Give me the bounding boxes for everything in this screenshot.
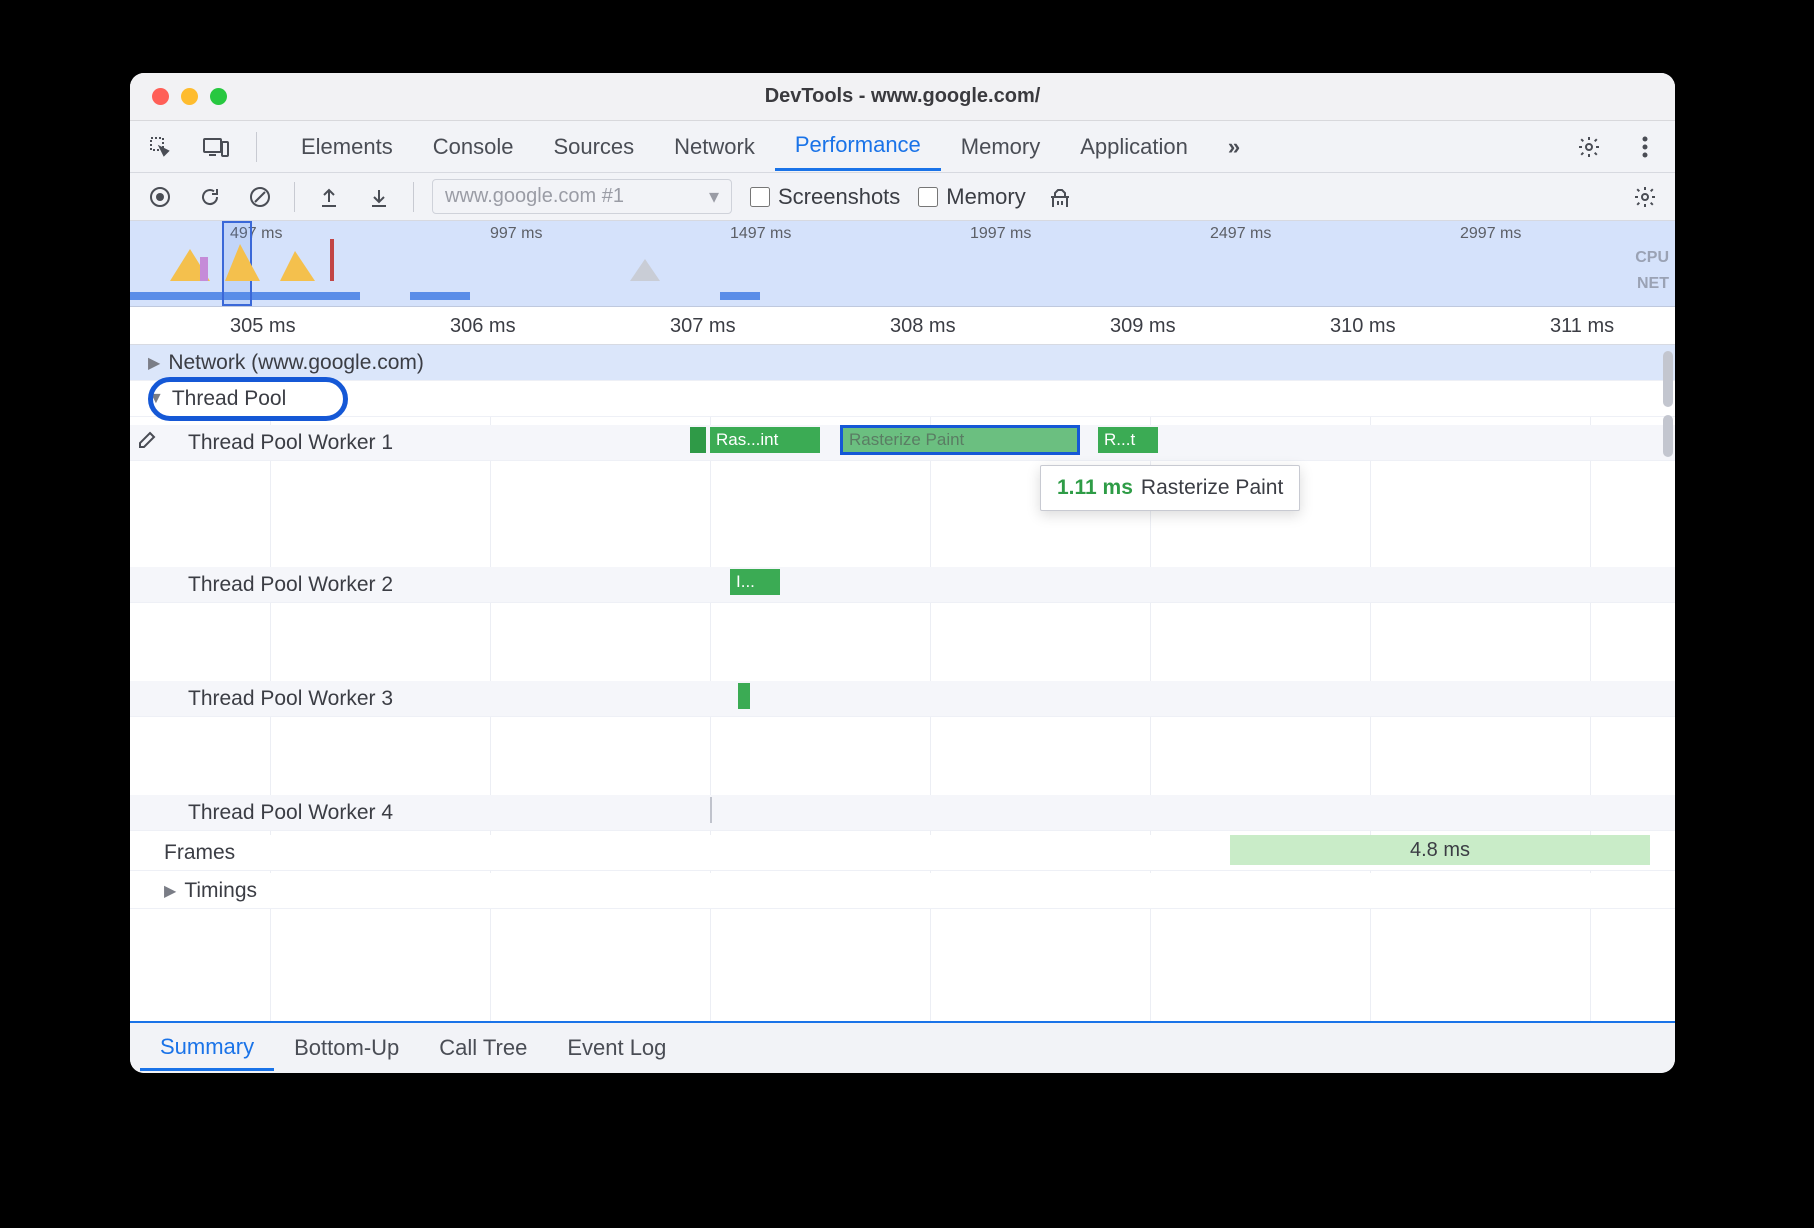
chevron-down-icon: ▾: [709, 184, 719, 209]
tab-event-log[interactable]: Event Log: [547, 1027, 686, 1069]
screenshots-checkbox[interactable]: Screenshots: [750, 184, 900, 210]
tab-memory[interactable]: Memory: [941, 124, 1060, 170]
titlebar: DevTools - www.google.com/: [130, 73, 1675, 121]
traffic-lights: [152, 88, 227, 105]
timeline-overview[interactable]: 497 ms 997 ms 1497 ms 1997 ms 2497 ms 29…: [130, 221, 1675, 307]
ruler-tick: 305 ms: [230, 315, 296, 338]
overview-net-bar: [410, 292, 470, 300]
tab-call-tree[interactable]: Call Tree: [419, 1027, 547, 1069]
settings-icon[interactable]: [1573, 131, 1605, 163]
disclosure-down-icon[interactable]: ▼: [148, 390, 164, 408]
flame-event[interactable]: Ras...int: [710, 427, 820, 453]
track-row-worker3[interactable]: Thread Pool Worker 3: [130, 681, 1675, 717]
collect-garbage-icon[interactable]: [1044, 181, 1076, 213]
window-title: DevTools - www.google.com/: [130, 85, 1675, 108]
worker4-label: Thread Pool Worker 4: [188, 801, 393, 825]
overview-tick: 997 ms: [490, 225, 542, 243]
vertical-scrollbar[interactable]: [1663, 351, 1673, 407]
details-tabs: Summary Bottom-Up Call Tree Event Log: [130, 1021, 1675, 1073]
thread-pool-label: Thread Pool: [172, 387, 286, 411]
zoom-window-button[interactable]: [210, 88, 227, 105]
overview-tick: 1997 ms: [970, 225, 1031, 243]
disclosure-right-icon[interactable]: ▶: [148, 353, 160, 373]
minimize-window-button[interactable]: [181, 88, 198, 105]
worker3-label: Thread Pool Worker 3: [188, 687, 393, 711]
record-button[interactable]: [144, 181, 176, 213]
flame-chart[interactable]: ▶ Network (www.google.com) ▼ Thread Pool…: [130, 345, 1675, 1021]
recording-name: www.google.com #1: [445, 185, 624, 208]
separator: [413, 182, 414, 212]
main-toolbar: Elements Console Sources Network Perform…: [130, 121, 1675, 173]
upload-icon[interactable]: [313, 181, 345, 213]
tab-application[interactable]: Application: [1060, 124, 1208, 170]
reload-record-button[interactable]: [194, 181, 226, 213]
capture-settings-icon[interactable]: [1629, 181, 1661, 213]
tab-summary[interactable]: Summary: [140, 1026, 274, 1071]
tab-performance[interactable]: Performance: [775, 122, 941, 171]
memory-checkbox[interactable]: Memory: [918, 184, 1025, 210]
memory-label: Memory: [946, 184, 1025, 210]
event-tooltip: 1.11 ms Rasterize Paint: [1040, 465, 1300, 511]
overview-tick: 1497 ms: [730, 225, 791, 243]
worker1-label: Thread Pool Worker 1: [188, 431, 393, 455]
flame-event[interactable]: [690, 427, 706, 453]
vertical-scrollbar[interactable]: [1663, 415, 1673, 457]
tab-elements[interactable]: Elements: [281, 124, 413, 170]
memory-checkbox-input[interactable]: [918, 187, 938, 207]
inspect-element-icon[interactable]: [144, 131, 176, 163]
panel-tabs: Elements Console Sources Network Perform…: [281, 122, 1549, 171]
clear-button[interactable]: [244, 181, 276, 213]
tab-bottom-up[interactable]: Bottom-Up: [274, 1027, 419, 1069]
ruler-tick: 311 ms: [1550, 315, 1614, 338]
overview-cpu-chart: [130, 239, 430, 281]
frames-label: Frames: [164, 841, 235, 865]
worker2-label: Thread Pool Worker 2: [188, 573, 393, 597]
separator: [256, 132, 257, 162]
devtools-window: DevTools - www.google.com/ Elements Cons…: [130, 73, 1675, 1073]
disclosure-right-icon[interactable]: ▶: [164, 881, 176, 901]
detail-ruler[interactable]: 305 ms 306 ms 307 ms 308 ms 309 ms 310 m…: [130, 307, 1675, 345]
track-row-worker4[interactable]: Thread Pool Worker 4: [130, 795, 1675, 831]
flame-event[interactable]: [738, 683, 750, 709]
track-header-network[interactable]: ▶ Network (www.google.com): [130, 345, 1675, 381]
timings-label: Timings: [184, 879, 257, 903]
download-icon[interactable]: [363, 181, 395, 213]
device-toolbar-icon[interactable]: [200, 131, 232, 163]
tab-console[interactable]: Console: [413, 124, 534, 170]
flame-event[interactable]: I...: [730, 569, 780, 595]
overview-net-bar: [720, 292, 760, 300]
separator: [294, 182, 295, 212]
network-track-label: Network (www.google.com): [168, 351, 424, 375]
ruler-tick: 309 ms: [1110, 315, 1176, 338]
track-header-thread-pool[interactable]: ▼ Thread Pool: [130, 381, 1675, 417]
track-header-timings[interactable]: ▶ Timings: [130, 873, 1675, 909]
edit-icon[interactable]: [138, 431, 156, 455]
flame-event[interactable]: R...t: [1098, 427, 1158, 453]
flame-event[interactable]: [710, 797, 712, 823]
flame-event-selected[interactable]: Rasterize Paint: [840, 425, 1080, 455]
close-window-button[interactable]: [152, 88, 169, 105]
performance-toolbar: www.google.com #1 ▾ Screenshots Memory: [130, 173, 1675, 221]
ruler-tick: 307 ms: [670, 315, 736, 338]
ruler-tick: 310 ms: [1330, 315, 1396, 338]
overview-tick: 2997 ms: [1460, 225, 1521, 243]
overview-cpu-label: CPU: [1635, 249, 1669, 267]
kebab-menu-icon[interactable]: [1629, 131, 1661, 163]
screenshots-label: Screenshots: [778, 184, 900, 210]
ruler-tick: 306 ms: [450, 315, 516, 338]
frame-duration-text: 4.8 ms: [1410, 839, 1470, 862]
frame-duration-bar[interactable]: 4.8 ms: [1230, 835, 1650, 865]
tooltip-name: Rasterize Paint: [1141, 476, 1283, 499]
track-row-worker2[interactable]: Thread Pool Worker 2: [130, 567, 1675, 603]
overview-cpu-chart: [630, 249, 690, 281]
screenshots-checkbox-input[interactable]: [750, 187, 770, 207]
recording-selector[interactable]: www.google.com #1 ▾: [432, 179, 732, 214]
tab-more[interactable]: »: [1208, 124, 1260, 170]
tooltip-duration: 1.11 ms: [1057, 476, 1133, 499]
tab-sources[interactable]: Sources: [533, 124, 654, 170]
overview-net-label: NET: [1637, 275, 1669, 293]
ruler-tick: 308 ms: [890, 315, 956, 338]
tab-network[interactable]: Network: [654, 124, 775, 170]
overview-tick: 2497 ms: [1210, 225, 1271, 243]
